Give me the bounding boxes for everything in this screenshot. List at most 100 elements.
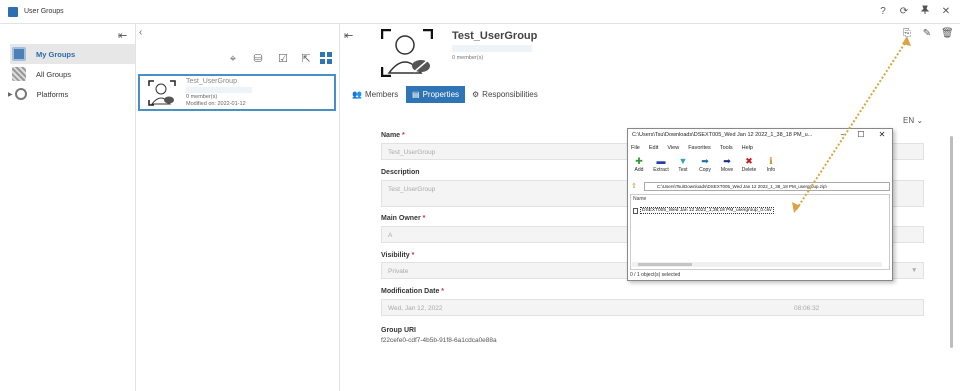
title-bar: User Groups ? ⟳ ✕	[0, 0, 960, 24]
test-icon: ▼	[678, 156, 688, 166]
menu-edit[interactable]: Edit	[649, 145, 658, 155]
label-text: Modification Date	[381, 288, 440, 295]
test-button[interactable]: ▼ Test	[675, 156, 691, 180]
group-card-name: Test_UserGroup	[186, 78, 237, 85]
select-cursor-icon[interactable]: ⇱	[299, 52, 313, 66]
chevron-down-icon[interactable]: ▼	[911, 267, 917, 274]
responsibility-icon: ⚙	[472, 90, 480, 99]
language-selector[interactable]: EN ⌄	[903, 116, 923, 125]
close-icon[interactable]: ✕	[939, 5, 953, 19]
add-icon: ✚	[635, 156, 643, 166]
tab-label: Members	[364, 90, 399, 99]
group-card-members: 0 member(s)	[186, 94, 218, 100]
collapse-panel-icon[interactable]: ⇤	[118, 29, 127, 42]
tool-label: Copy	[699, 167, 711, 173]
archive-menu-bar: File Edit View Favorites Tools Help	[628, 145, 892, 155]
archive-manager-window: C:\Users\Tsu\Downloads\DSEXT005_Wed Jan …	[627, 128, 893, 281]
group-list-panel: ‹ ⌖ ⛁ ☑ ⇱ Test_UserGroup 0 member(s) Mod…	[136, 24, 340, 391]
group-icon	[12, 47, 26, 61]
export-icon[interactable]: ⎘	[901, 28, 913, 40]
window-title: User Groups	[24, 8, 64, 15]
archive-path-field[interactable]: C:\Users\Tsu\Downloads\DSEXT005_Wed Jan …	[644, 182, 890, 191]
archive-file-list: Name DSEXT005_Wed Jan 12 2022_1;38;18 PM…	[630, 194, 890, 270]
label-text: Visibility	[381, 252, 410, 259]
sidebar-item-label: My Groups	[36, 49, 76, 59]
group-avatar	[148, 80, 176, 106]
uri-label: Group URI	[381, 327, 416, 334]
menu-favorites[interactable]: Favorites	[688, 145, 711, 155]
edit-icon[interactable]: ✎	[921, 28, 933, 40]
info-button[interactable]: ℹ Info	[763, 156, 779, 180]
focus-icon[interactable]: ⌖	[226, 52, 240, 66]
tool-label: Info	[766, 167, 776, 173]
sidebar-item-my-groups[interactable]: My Groups	[10, 44, 135, 64]
close-icon[interactable]: ✕	[877, 130, 887, 139]
menu-tools[interactable]: Tools	[720, 145, 733, 155]
redacted-text	[452, 45, 532, 52]
tab-label: Responsibilities	[482, 90, 538, 99]
modification-date-field[interactable]: Wed, Jan 12, 2022	[381, 299, 924, 316]
visibility-label: Visibility *	[381, 252, 415, 259]
owner-label: Main Owner *	[381, 215, 426, 222]
sidebar-item-label: Platforms	[36, 89, 69, 99]
list-item[interactable]: DSEXT005_Wed Jan 12 2022_1;38;18 PM_user…	[633, 206, 774, 215]
vertical-scrollbar[interactable]	[950, 136, 953, 348]
multi-select-icon[interactable]: ☑	[276, 52, 290, 66]
delete-icon: ✖	[745, 156, 753, 166]
collapse-list-icon[interactable]: ‹	[139, 27, 142, 38]
page-title: Test_UserGroup	[452, 30, 538, 42]
extract-icon: ▬	[656, 156, 666, 166]
member-count: 0 member(s)	[452, 55, 484, 61]
folder-up-icon[interactable]: ⇧	[631, 182, 637, 190]
sidebar-item-label: All Groups	[36, 69, 72, 79]
name-label: Name *	[381, 132, 405, 139]
language-label: EN	[903, 116, 915, 125]
info-icon: ℹ	[769, 156, 773, 166]
refresh-icon[interactable]: ⟳	[897, 5, 911, 19]
group-card[interactable]: Test_UserGroup 0 member(s) Modified on: …	[138, 74, 336, 111]
copy-button[interactable]: ➡ Copy	[697, 156, 713, 180]
move-icon: ➡	[723, 156, 731, 166]
move-button[interactable]: ➡ Move	[719, 156, 735, 180]
collapse-detail-icon[interactable]: ⇤	[344, 29, 353, 42]
archive-window-title: C:\Users\Tsu\Downloads\DSEXT005_Wed Jan …	[632, 132, 813, 138]
tile-view-icon[interactable]	[319, 52, 333, 66]
grid-icon	[12, 67, 26, 81]
menu-file[interactable]: File	[631, 145, 640, 155]
archive-toolbar: ✚ Add ▬ Extract ▼ Test ➡ Copy ➡ Move ✖ Delete …	[628, 156, 892, 180]
label-text: Name	[381, 132, 401, 139]
delete-button[interactable]: ✖ Delete	[741, 156, 757, 180]
minimize-icon[interactable]: –	[838, 130, 848, 139]
file-name: DSEXT005_Wed Jan 12 2022_1;38;18 PM_user…	[640, 207, 774, 214]
sidebar-item-platforms[interactable]: ▶ Platforms	[8, 84, 133, 104]
expand-arrow-icon[interactable]: ▶	[8, 91, 13, 98]
column-header-name[interactable]: Name	[633, 196, 646, 202]
navigation-panel: ⇤ My Groups All Groups ▶ Platforms	[0, 24, 136, 391]
tab-responsibilities[interactable]: ⚙ Responsibilities	[466, 86, 544, 103]
tab-members[interactable]: 👥 Members	[346, 86, 404, 103]
delete-icon[interactable]: 🗑	[941, 28, 954, 40]
database-icon[interactable]: ⛁	[251, 52, 265, 66]
redacted-text	[186, 87, 252, 93]
pin-icon[interactable]	[918, 5, 932, 19]
extract-button[interactable]: ▬ Extract	[653, 156, 669, 180]
app-icon	[8, 7, 18, 17]
document-icon: ▤	[412, 90, 420, 99]
tool-label: Add	[634, 167, 644, 173]
uri-value: f22cefe0-cdf7-4b5b-91f8-6a1cdca0e88a	[381, 337, 497, 344]
group-avatar-large	[381, 29, 433, 77]
modification-time: 08:06:32	[794, 305, 820, 312]
platform-icon	[14, 88, 27, 100]
add-button[interactable]: ✚ Add	[631, 156, 647, 180]
modification-date-label: Modification Date *	[381, 288, 445, 295]
menu-help[interactable]: Help	[742, 145, 753, 155]
tab-label: Properties	[422, 90, 460, 99]
menu-view[interactable]: View	[667, 145, 679, 155]
tab-properties[interactable]: ▤ Properties	[406, 86, 466, 103]
sidebar-item-all-groups[interactable]: All Groups	[10, 64, 135, 84]
help-icon[interactable]: ?	[876, 5, 890, 19]
label-text: Main Owner	[381, 215, 421, 222]
maximize-icon[interactable]: ☐	[856, 130, 866, 139]
horizontal-scroll-thumb[interactable]	[638, 263, 692, 266]
file-icon	[633, 207, 638, 214]
